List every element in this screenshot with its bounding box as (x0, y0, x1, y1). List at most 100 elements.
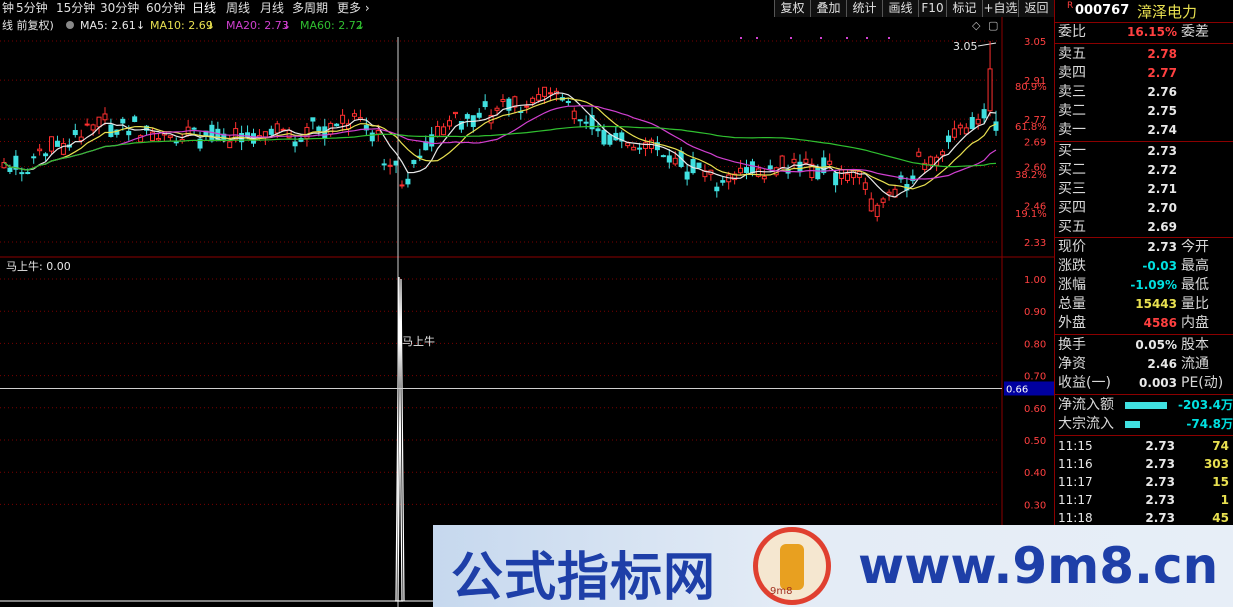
candle-body[interactable] (886, 191, 892, 195)
candle-body[interactable] (132, 116, 138, 122)
candle-body[interactable] (227, 141, 233, 149)
period-minute-tab[interactable]: 钟 (2, 0, 14, 17)
candle-body[interactable] (987, 68, 993, 112)
candle-body[interactable] (720, 180, 726, 183)
candle-body[interactable] (530, 97, 536, 104)
candle-body[interactable] (126, 130, 132, 136)
candle-body[interactable] (19, 172, 25, 175)
candle-body[interactable] (49, 136, 55, 152)
candle-body[interactable] (274, 123, 280, 134)
candle-body[interactable] (779, 155, 785, 169)
period-15min-tab[interactable]: 15分钟 (56, 0, 95, 17)
candle-body[interactable] (940, 151, 946, 156)
candle-body[interactable] (411, 159, 417, 165)
candle-body[interactable] (447, 120, 453, 127)
candle-body[interactable] (43, 153, 49, 157)
candle-body[interactable] (672, 157, 678, 165)
candle-body[interactable] (84, 123, 90, 126)
candle-body[interactable] (684, 171, 690, 180)
candle-body[interactable] (268, 128, 274, 135)
candle-body[interactable] (120, 118, 126, 124)
candle-body[interactable] (571, 110, 577, 120)
candle-body[interactable] (262, 131, 268, 138)
more-periods-tab[interactable]: 更多 › (337, 0, 370, 17)
candle-body[interactable] (310, 117, 316, 122)
candle-body[interactable] (880, 198, 886, 203)
candle-body[interactable] (839, 169, 845, 179)
candle-body[interactable] (631, 146, 637, 151)
ask-row[interactable]: 卖三 2.76 (1055, 83, 1233, 102)
candle-body[interactable] (441, 126, 447, 136)
candle-body[interactable] (749, 161, 755, 174)
mark-button[interactable]: 标记 (946, 0, 982, 17)
candle-body[interactable] (399, 184, 405, 187)
ask-row[interactable]: 卖五 2.78 (1055, 45, 1233, 64)
candle-body[interactable] (660, 155, 666, 158)
add-watchlist-button[interactable]: +自选 (982, 0, 1018, 17)
candle-body[interactable] (833, 172, 839, 186)
candle-body[interactable] (957, 124, 963, 129)
candle-body[interactable] (827, 160, 833, 165)
bid-row[interactable]: 买一 2.73 (1055, 142, 1233, 161)
candle-body[interactable] (874, 204, 880, 218)
candle-body[interactable] (595, 128, 601, 132)
candle-body[interactable] (815, 166, 821, 180)
candle-body[interactable] (928, 156, 934, 166)
candle-body[interactable] (387, 164, 393, 167)
candle-body[interactable] (375, 130, 381, 135)
candle-body[interactable] (797, 161, 803, 173)
ask-row[interactable]: 卖一 2.74 (1055, 121, 1233, 140)
candle-body[interactable] (791, 158, 797, 164)
candle-body[interactable] (761, 175, 767, 180)
candle-body[interactable] (173, 141, 179, 144)
candle-body[interactable] (524, 105, 530, 108)
candle-body[interactable] (500, 99, 506, 102)
f10-button[interactable]: F10 (918, 0, 946, 17)
candle-body[interactable] (577, 119, 583, 122)
draw-line-button[interactable]: 画线 (882, 0, 918, 17)
candle-body[interactable] (951, 128, 957, 138)
candle-body[interactable] (155, 137, 161, 141)
restore-rights-button[interactable]: 复权 (774, 0, 810, 17)
multi-period-tab[interactable]: 多周期 (292, 0, 328, 17)
candle-body[interactable] (981, 109, 987, 119)
back-button[interactable]: 返回 (1018, 0, 1054, 17)
period-monthly-tab[interactable]: 月线 (260, 0, 284, 17)
candle-body[interactable] (963, 127, 969, 135)
candle-body[interactable] (381, 163, 387, 166)
candle-body[interactable] (334, 123, 340, 127)
candle-body[interactable] (72, 130, 78, 136)
candle-body[interactable] (191, 127, 197, 130)
candle-body[interactable] (601, 129, 607, 145)
candle-body[interactable] (803, 158, 809, 164)
period-5min-tab[interactable]: 5分钟 (16, 0, 48, 17)
candle-body[interactable] (565, 101, 571, 104)
candle-body[interactable] (862, 182, 868, 190)
ask-row[interactable]: 卖四 2.77 (1055, 64, 1233, 83)
candle-body[interactable] (37, 148, 43, 152)
candle-body[interactable] (25, 172, 31, 175)
candle-body[interactable] (844, 173, 850, 181)
candle-body[interactable] (607, 134, 613, 145)
kline-chart[interactable]: 3.052.912.772.692.602.462.3380.9%61.8%38… (0, 17, 1054, 607)
candle-body[interactable] (452, 111, 458, 115)
candle-body[interactable] (476, 112, 482, 118)
candle-body[interactable] (916, 151, 922, 157)
ask-row[interactable]: 卖二 2.75 (1055, 102, 1233, 121)
period-daily-tab[interactable]: 日线 (192, 0, 216, 17)
candle-body[interactable] (435, 125, 441, 137)
candle-body[interactable] (993, 121, 999, 131)
bid-row[interactable]: 买五 2.69 (1055, 218, 1233, 237)
candle-body[interactable] (542, 86, 548, 97)
candle-body[interactable] (690, 159, 696, 174)
candle-body[interactable] (351, 113, 357, 117)
candle-body[interactable] (54, 140, 60, 147)
candle-body[interactable] (96, 116, 102, 128)
candle-body[interactable] (108, 124, 114, 137)
candle-body[interactable] (464, 114, 470, 119)
period-60min-tab[interactable]: 60分钟 (146, 0, 185, 17)
candle-body[interactable] (494, 107, 500, 111)
candle-body[interactable] (482, 101, 488, 108)
candle-body[interactable] (369, 132, 375, 142)
candle-body[interactable] (547, 92, 553, 95)
